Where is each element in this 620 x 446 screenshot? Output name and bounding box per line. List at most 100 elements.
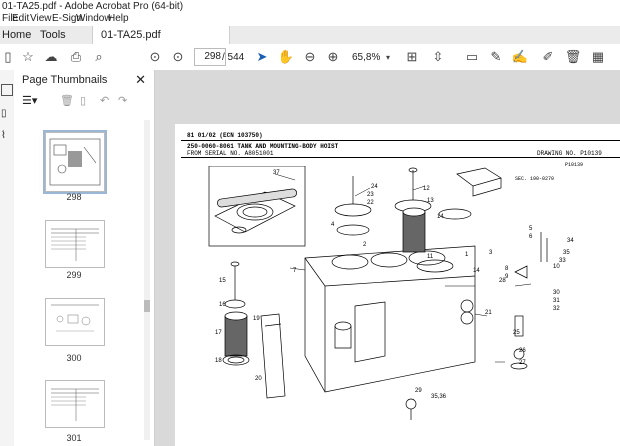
highlight-pen-icon[interactable]: ✎ bbox=[488, 49, 504, 65]
pdf-page: 81 01/02 (ECN 103750) 250-0060-8061 TANK… bbox=[175, 124, 620, 446]
thumbnails-panel-icon[interactable] bbox=[1, 84, 13, 96]
hand-tool-icon[interactable]: ✋ bbox=[278, 49, 294, 65]
print-icon[interactable]: ⎙ bbox=[68, 49, 84, 65]
bookmark-star-icon[interactable]: ☆ bbox=[20, 49, 36, 65]
scrollbar-thumb[interactable] bbox=[144, 300, 150, 312]
callout-14: 14 bbox=[437, 214, 444, 220]
zoom-out-icon[interactable]: ⊖ bbox=[302, 49, 318, 65]
menu-bar: File Edit View E-Sign Window Help bbox=[0, 11, 620, 25]
callout-33: 33 bbox=[559, 258, 566, 264]
left-nav-strip: ▯ ⌇ bbox=[0, 70, 15, 446]
callout-32: 32 bbox=[553, 306, 560, 312]
fit-page-icon[interactable]: ⊞ bbox=[404, 49, 420, 65]
redo-icon[interactable]: ↷ bbox=[118, 94, 127, 107]
thumbnails-scrollbar[interactable] bbox=[144, 120, 150, 440]
callout-29: 29 bbox=[415, 388, 422, 394]
thumbnail-preview bbox=[51, 388, 99, 421]
thumbnail-label: 298 bbox=[66, 192, 82, 202]
page-icon[interactable]: ▯ bbox=[0, 49, 16, 65]
doc-drawing-number: DRAWING NO. P10139 bbox=[537, 150, 602, 157]
thumbnail-preview bbox=[51, 228, 99, 261]
callout-labels: 37 24 23 22 12 13 14 11 5 6 7 2 1 3 4 8 … bbox=[215, 170, 574, 400]
callout-2: 2 bbox=[363, 242, 367, 248]
callout-34: 34 bbox=[567, 238, 574, 244]
attachments-panel-icon[interactable]: ⌇ bbox=[1, 130, 6, 141]
thumbnail-toolbar: ☰▾ 🗑 ▯ ↶ ↷ bbox=[22, 94, 142, 110]
callout-10: 10 bbox=[553, 264, 560, 270]
bookmarks-panel-icon[interactable]: ▯ bbox=[1, 108, 7, 119]
tab-document-label: 01-TA25.pdf bbox=[101, 29, 161, 41]
undo-icon[interactable]: ↶ bbox=[100, 94, 109, 107]
standpipe bbox=[260, 313, 286, 399]
select-cursor-icon[interactable]: ➤ bbox=[254, 49, 270, 65]
callout-31: 31 bbox=[553, 298, 560, 304]
menu-window[interactable]: Window bbox=[76, 13, 112, 24]
thumbnail-page[interactable] bbox=[45, 380, 105, 428]
search-zoom-icon[interactable]: ⌕ bbox=[91, 49, 107, 65]
callout-15: 15 bbox=[219, 278, 226, 284]
close-panel-icon[interactable]: ✕ bbox=[135, 72, 146, 88]
doc-serial-line: FROM SERIAL NO. A8051001 bbox=[187, 150, 274, 157]
thumbnail-options-icon[interactable]: ☰▾ bbox=[22, 94, 37, 107]
edit-pdf-icon[interactable]: ✐ bbox=[540, 49, 556, 65]
callout-18: 18 bbox=[215, 358, 222, 364]
callout-25: 25 bbox=[513, 330, 520, 336]
callout-24: 24 bbox=[371, 184, 378, 190]
callout-17: 17 bbox=[215, 330, 222, 336]
tab-document[interactable]: 01-TA25.pdf bbox=[92, 26, 230, 44]
fill-sign-icon[interactable]: ✍ bbox=[512, 49, 528, 65]
more-tools-icon[interactable]: ▦ bbox=[590, 49, 606, 65]
thumbnail-page[interactable] bbox=[45, 298, 105, 346]
callout-16: 16 bbox=[219, 302, 226, 308]
inset-detail bbox=[208, 166, 306, 247]
menu-edit[interactable]: Edit bbox=[12, 13, 29, 24]
parts-diagram: 37 24 23 22 12 13 14 11 5 6 7 2 1 3 4 8 … bbox=[208, 166, 574, 420]
upload-cloud-icon[interactable]: ☁ bbox=[43, 49, 59, 65]
scroll-mode-icon[interactable]: ⇳ bbox=[430, 49, 446, 65]
callout-12: 12 bbox=[423, 186, 430, 192]
insert-page-icon[interactable]: ▯ bbox=[80, 94, 86, 107]
callout-1: 1 bbox=[465, 252, 469, 258]
thumbnail-page[interactable] bbox=[43, 130, 107, 194]
menu-help[interactable]: Help bbox=[108, 13, 129, 24]
doc-header-line: 81 01/02 (ECN 103750) bbox=[187, 132, 263, 139]
callout-13: 13 bbox=[427, 198, 434, 204]
zoom-in-icon[interactable]: ⊕ bbox=[325, 49, 341, 65]
tab-tools[interactable]: Tools bbox=[32, 26, 74, 44]
current-page: 298 bbox=[204, 51, 221, 62]
page-total: / 544 bbox=[222, 52, 245, 63]
toolbar: ▯ ☆ ☁ ⎙ ⌕ ⊙ ⊙ 298 / 544 ➤ ✋ ⊖ ⊕ 65,8% ▾ … bbox=[0, 44, 620, 71]
filter-element-left bbox=[222, 261, 250, 366]
page-up-icon[interactable]: ⊙ bbox=[147, 49, 163, 65]
zoom-dropdown-icon[interactable]: ▾ bbox=[380, 49, 396, 65]
callout-6: 6 bbox=[529, 234, 533, 240]
doc-title-line: 250-0060-8061 TANK AND MOUNTING-BODY HOI… bbox=[187, 143, 339, 150]
callout-26: 26 bbox=[519, 348, 526, 354]
thumbnails-panel: Page Thumbnails ✕ ☰▾ 🗑 ▯ ↶ ↷ 298 299 300… bbox=[14, 70, 155, 446]
callout-14b: 14 bbox=[473, 268, 480, 274]
zoom-level[interactable]: 65,8% bbox=[352, 52, 380, 63]
thumbnail-label: 301 bbox=[66, 433, 82, 443]
callout-27: 27 bbox=[519, 360, 526, 366]
callout-19: 19 bbox=[253, 316, 260, 322]
callout-11: 11 bbox=[427, 254, 434, 260]
thumbnail-label: 300 bbox=[66, 353, 82, 363]
delete-icon[interactable]: 🗑 bbox=[565, 49, 582, 65]
comment-icon[interactable]: ▭ bbox=[464, 49, 480, 65]
callout-21: 21 bbox=[485, 310, 492, 316]
delete-page-icon[interactable]: 🗑 bbox=[60, 94, 74, 107]
callout-4: 4 bbox=[331, 222, 335, 228]
callout-28: 28 bbox=[499, 278, 506, 284]
callout-22: 22 bbox=[367, 200, 374, 206]
page-down-icon[interactable]: ⊙ bbox=[170, 49, 186, 65]
thumbnail-preview bbox=[49, 138, 101, 186]
callout-37: 37 bbox=[273, 170, 280, 176]
doc-rule bbox=[181, 140, 620, 141]
callout-30: 30 bbox=[553, 290, 560, 296]
callout-5: 5 bbox=[529, 226, 533, 232]
thumbnail-page[interactable] bbox=[45, 220, 105, 268]
thumbnail-label: 299 bbox=[66, 270, 82, 280]
callout-35: 35 bbox=[563, 250, 570, 256]
doc-rule bbox=[181, 157, 620, 158]
menu-view[interactable]: View bbox=[30, 13, 52, 24]
